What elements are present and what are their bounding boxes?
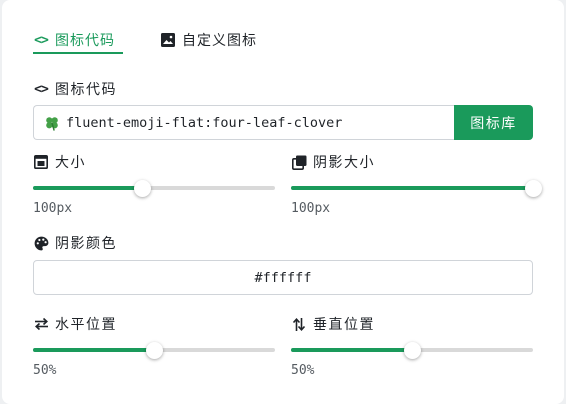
icon-code-field-group: fluent-emoji-flat:four-leaf-clover 图标库 <box>33 105 533 140</box>
shadow-size-value: 100px <box>291 201 331 216</box>
size-label: 大小 <box>33 152 86 172</box>
slider-fill <box>291 348 412 352</box>
shadow-color-value: #ffffff <box>254 269 312 286</box>
code-icon: <> <box>34 81 49 97</box>
vertical-position-slider[interactable] <box>291 342 533 359</box>
vertical-position-label: 垂直位置 <box>291 314 375 334</box>
image-size-icon <box>33 154 49 170</box>
tab-icon-code-label: 图标代码 <box>55 33 115 49</box>
vertical-position-label-text: 垂直位置 <box>313 317 375 333</box>
slider-thumb[interactable] <box>146 342 163 359</box>
slider-fill <box>33 186 142 190</box>
horizontal-position-slider[interactable] <box>33 342 275 359</box>
tab-custom-icon-label: 自定义图标 <box>182 33 257 49</box>
slider-thumb[interactable] <box>404 342 421 359</box>
icon-code-label: <> 图标代码 <box>33 79 117 99</box>
icon-library-button[interactable]: 图标库 <box>454 105 533 140</box>
size-value: 100px <box>33 201 73 216</box>
shadow-size-slider[interactable] <box>291 180 542 197</box>
copy-icon <box>291 154 307 170</box>
icon-code-input[interactable]: fluent-emoji-flat:four-leaf-clover <box>33 105 454 140</box>
horizontal-position-label-text: 水平位置 <box>55 317 117 333</box>
slider-fill <box>33 348 154 352</box>
shadow-color-input[interactable]: #ffffff <box>33 260 533 295</box>
shadow-color-label: 阴影颜色 <box>33 233 117 253</box>
icon-settings-panel: <> 图标代码 自定义图标 <> 图标代码 fluent-emoji-flat:… <box>2 0 564 404</box>
icon-code-label-text: 图标代码 <box>55 82 117 98</box>
slider-thumb[interactable] <box>133 180 151 197</box>
size-label-text: 大小 <box>55 155 86 171</box>
code-icon: <> <box>34 32 49 48</box>
tab-custom-icon[interactable]: 自定义图标 <box>160 30 257 50</box>
swap-horizontal-icon <box>33 316 49 332</box>
icon-code-value: fluent-emoji-flat:four-leaf-clover <box>66 114 343 131</box>
slider-thumb[interactable] <box>525 180 542 197</box>
shadow-size-label: 阴影大小 <box>291 152 375 172</box>
size-slider[interactable] <box>33 180 275 197</box>
shadow-color-label-text: 阴影颜色 <box>55 236 117 252</box>
vertical-position-value: 50% <box>291 363 315 378</box>
shadow-size-label-text: 阴影大小 <box>313 155 375 171</box>
slider-fill <box>291 186 533 190</box>
tab-icon-code[interactable]: <> 图标代码 <box>33 30 115 50</box>
horizontal-position-label: 水平位置 <box>33 314 117 334</box>
palette-icon <box>33 235 49 251</box>
swap-vertical-icon <box>291 316 307 332</box>
active-tab-indicator <box>33 52 123 54</box>
image-icon <box>160 32 176 48</box>
four-leaf-clover-icon <box>46 116 58 131</box>
horizontal-position-value: 50% <box>33 363 57 378</box>
